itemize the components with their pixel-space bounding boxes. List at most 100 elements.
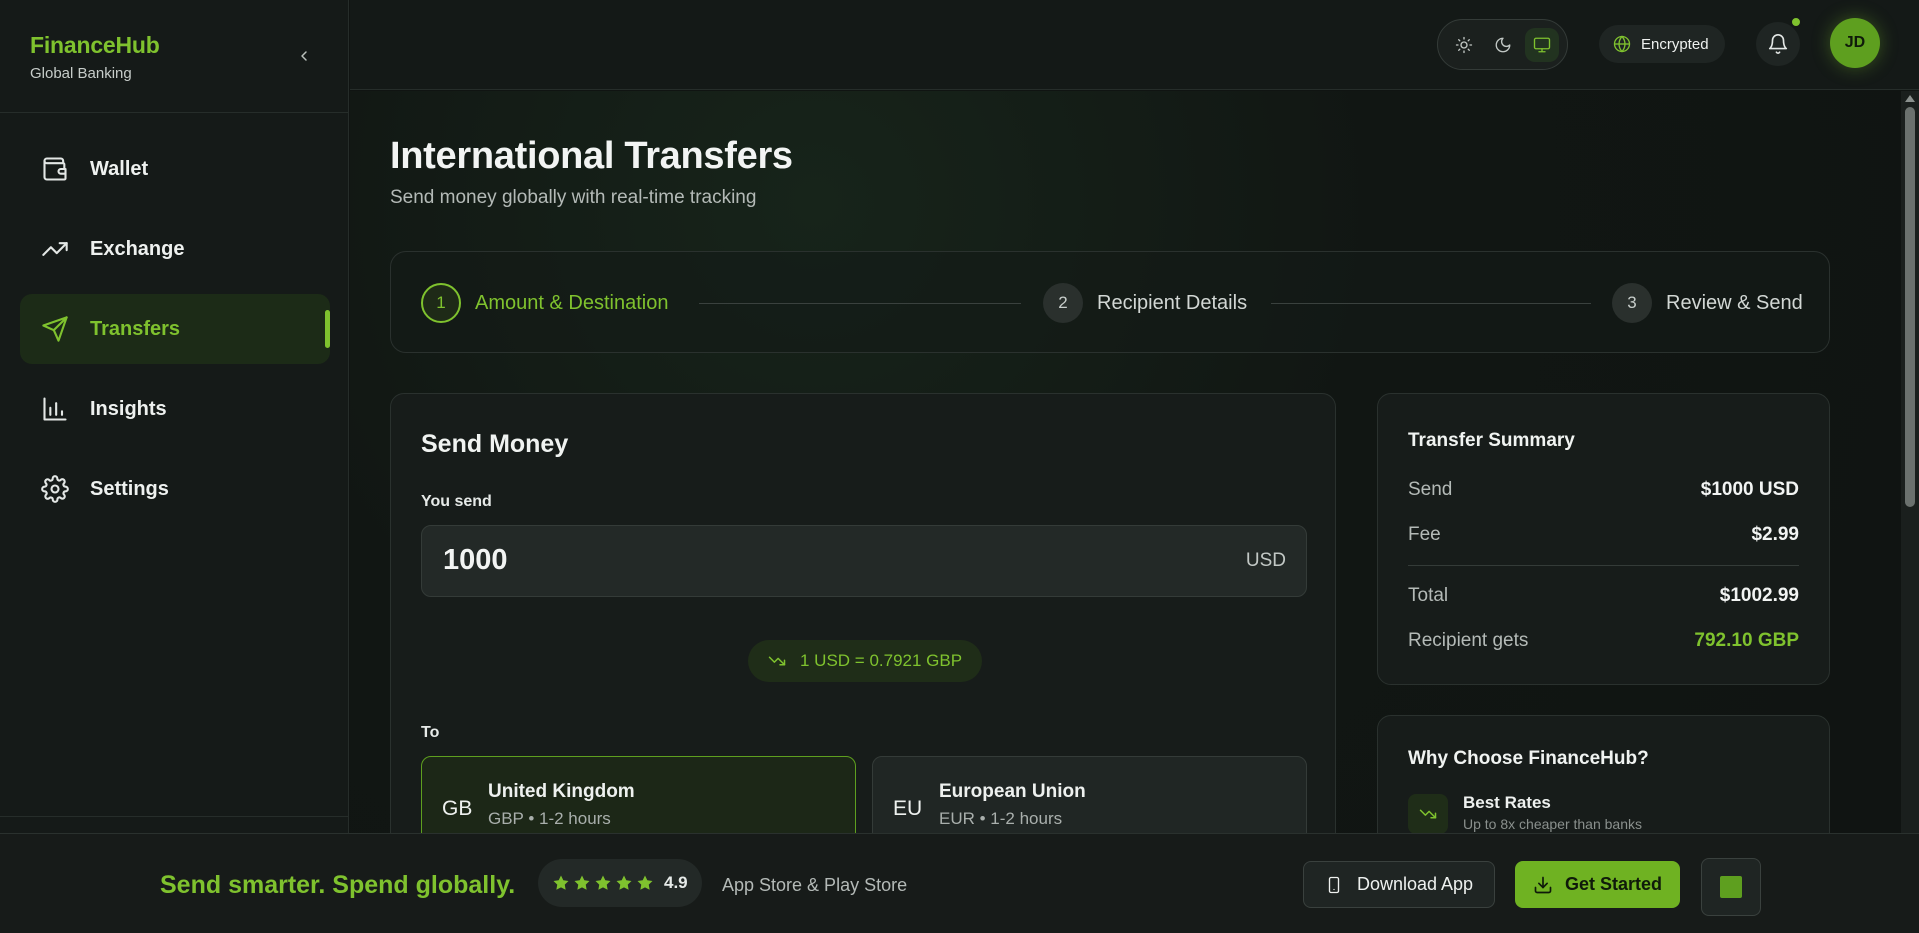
rating-value: 4.9 [664, 873, 688, 892]
scroll-up-arrow[interactable] [1905, 95, 1915, 102]
encrypted-badge: Encrypted [1599, 25, 1725, 63]
sidebar-item-label: Transfers [90, 317, 181, 340]
sidebar-item-label: Settings [90, 477, 169, 500]
why-choose-title: Why Choose FinanceHub? [1408, 748, 1649, 769]
amount-value: 1000 [443, 544, 508, 576]
download-icon [1534, 876, 1552, 893]
page-title: International Transfers [390, 135, 793, 177]
sidebar-item-transfers[interactable]: Transfers [20, 294, 330, 364]
user-avatar[interactable]: JD [1830, 18, 1880, 68]
destination-meta: GBP • 1-2 hours [488, 809, 611, 828]
destination-option-eu[interactable]: EU European Union EUR • 1-2 hours [872, 756, 1307, 833]
gear-icon [40, 474, 70, 504]
why-item-title: Best Rates [1463, 793, 1551, 812]
download-app-button[interactable]: Download App [1303, 861, 1495, 908]
sidebar-footer-divider [0, 816, 348, 817]
stop-icon [1720, 876, 1742, 898]
summary-value: 792.10 GBP [1694, 630, 1799, 651]
trending-up-icon [40, 234, 70, 264]
stop-button[interactable] [1701, 858, 1761, 916]
why-item-description: Up to 8x cheaper than banks [1463, 816, 1643, 832]
summary-divider [1408, 565, 1799, 566]
summary-value: $2.99 [1751, 524, 1799, 545]
transfer-stepper: 1 Amount & Destination 2 Recipient Detai… [390, 251, 1830, 353]
summary-value: $1000 USD [1700, 479, 1799, 500]
step-recipient-details[interactable]: 2 Recipient Details [1043, 283, 1247, 323]
scroll-thumb[interactable] [1905, 107, 1915, 507]
summary-row-send: Send $1000 USD [1408, 479, 1799, 501]
summary-label: Fee [1408, 524, 1441, 545]
step-number: 2 [1043, 283, 1083, 323]
theme-light-button[interactable] [1447, 28, 1481, 62]
notifications-button[interactable] [1756, 16, 1802, 66]
send-money-card: Send Money You send 1000 USD 1 USD = 0.7… [390, 393, 1336, 833]
theme-toggle [1437, 19, 1568, 70]
amount-currency: USD [1245, 550, 1286, 571]
page-subtitle: Send money globally with real-time track… [390, 187, 757, 208]
theme-dark-button[interactable] [1486, 28, 1520, 62]
step-number: 3 [1612, 283, 1652, 323]
step-label: Recipient Details [1097, 291, 1248, 314]
sidebar-item-wallet[interactable]: Wallet [20, 134, 330, 204]
why-choose-card: Why Choose FinanceHub? Best Rates Up to … [1377, 715, 1830, 833]
summary-label: Send [1408, 479, 1453, 500]
theme-system-button[interactable] [1524, 27, 1559, 62]
encrypted-label: Encrypted [1641, 35, 1709, 53]
get-started-label: Get Started [1564, 874, 1663, 894]
moon-icon [1495, 37, 1510, 52]
globe-icon [1613, 35, 1631, 53]
step-review-send[interactable]: 3 Review & Send [1612, 283, 1803, 323]
sidebar-item-insights[interactable]: Insights [20, 374, 330, 444]
bell-icon [1768, 34, 1788, 54]
chevron-left-icon [301, 51, 307, 61]
amount-input[interactable]: 1000 USD [421, 525, 1307, 597]
destination-option-gb[interactable]: GB United Kingdom GBP • 1-2 hours [421, 756, 856, 833]
step-number: 1 [421, 283, 461, 323]
exchange-rate-chip: 1 USD = 0.7921 GBP [748, 640, 983, 682]
sidebar-item-label: Wallet [90, 157, 149, 180]
summary-value: $1002.99 [1719, 585, 1799, 606]
destination-code: EU [893, 797, 923, 820]
promo-tagline: Send smarter. Spend globally. [160, 871, 516, 899]
step-label: Review & Send [1666, 291, 1803, 314]
sidebar-divider [0, 112, 348, 113]
summary-label: Total [1408, 585, 1449, 606]
top-header: Encrypted JD [350, 0, 1919, 90]
sidebar-item-exchange[interactable]: Exchange [20, 214, 330, 284]
summary-label: Recipient gets [1408, 630, 1529, 651]
send-icon [40, 314, 70, 344]
to-label: To [421, 724, 440, 741]
step-connector [699, 303, 1021, 304]
collapse-sidebar-button[interactable] [292, 44, 316, 68]
summary-row-total: Total $1002.99 [1408, 585, 1799, 607]
main-scrollbar[interactable] [1901, 91, 1919, 833]
send-money-title: Send Money [421, 430, 569, 458]
step-amount-destination[interactable]: 1 Amount & Destination [421, 283, 668, 323]
star-icon [553, 875, 569, 890]
trending-down-icon [1408, 794, 1448, 833]
stores-text: App Store & Play Store [722, 875, 908, 895]
sun-icon [1455, 36, 1472, 53]
wallet-icon [40, 154, 70, 184]
rating-chip: 4.9 [538, 859, 702, 907]
summary-row-recipient-gets: Recipient gets 792.10 GBP [1408, 630, 1799, 652]
you-send-label: You send [421, 493, 492, 510]
rating-stars [552, 874, 654, 892]
app-promo-bar: Send smarter. Spend globally. 4.9 App St… [0, 833, 1919, 933]
transfer-summary-card: Transfer Summary Send $1000 USD Fee $2.9… [1377, 393, 1830, 685]
destination-name: European Union [939, 781, 1086, 802]
trending-down-icon [768, 656, 786, 666]
brand-subtitle: Global Banking [30, 65, 132, 82]
step-connector [1271, 303, 1591, 304]
sidebar-item-settings[interactable]: Settings [20, 454, 330, 524]
exchange-rate-text: 1 USD = 0.7921 GBP [800, 651, 963, 670]
notification-dot [1790, 16, 1802, 28]
get-started-button[interactable]: Get Started [1515, 861, 1680, 908]
brand: FinanceHub Global Banking [30, 32, 160, 82]
sidebar: FinanceHub Global Banking Wallet Exchang… [0, 0, 349, 933]
bar-chart-icon [40, 394, 70, 424]
monitor-icon [1533, 37, 1550, 52]
sidebar-item-label: Exchange [90, 237, 185, 260]
download-app-label: Download App [1356, 874, 1474, 894]
main-content: International Transfers Send money globa… [350, 91, 1901, 833]
